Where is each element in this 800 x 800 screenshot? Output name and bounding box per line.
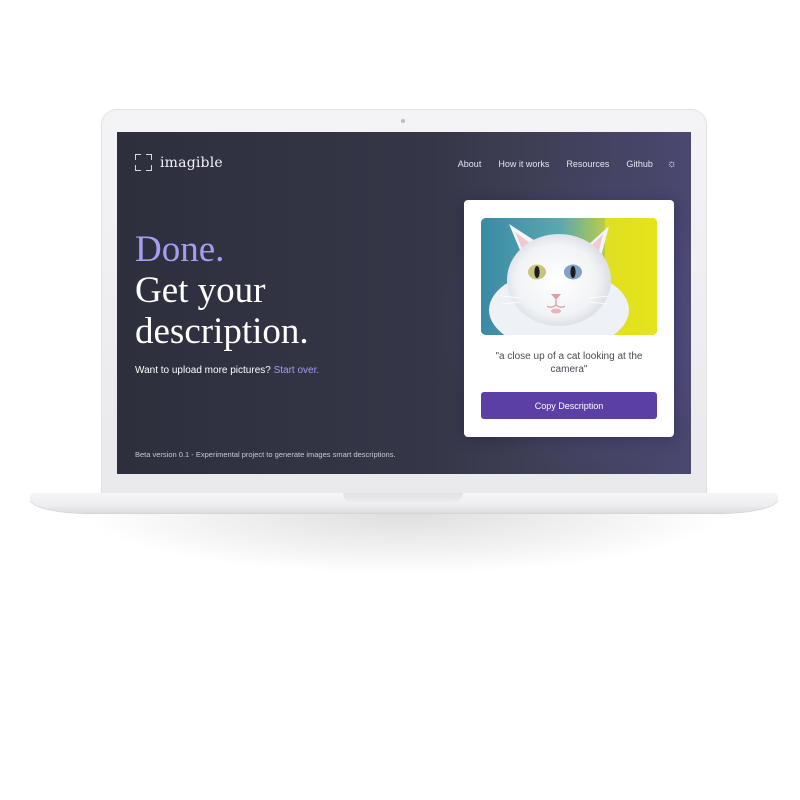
upload-more-prompt: Want to upload more pictures?	[135, 365, 274, 376]
hero-heading: Done. Get your description.	[135, 229, 309, 352]
device-mockup: imagible About How it works Resources Gi…	[0, 0, 800, 800]
brand-name: imagible	[160, 154, 223, 171]
webcam	[401, 119, 405, 123]
top-nav: About How it works Resources Github ☼	[441, 158, 677, 169]
result-card: "a close up of a cat looking at the came…	[464, 200, 674, 437]
beta-notice: Beta version 0.1 - Experimental project …	[135, 450, 396, 459]
hero-line-2: description.	[135, 311, 309, 352]
start-over-link[interactable]: Start over.	[274, 365, 320, 376]
cat-photo	[481, 218, 657, 335]
hero-accent: Done.	[135, 229, 225, 270]
description-caption: "a close up of a cat looking at the came…	[495, 351, 643, 375]
brand-logo[interactable]: imagible	[135, 154, 223, 171]
nav-how-it-works[interactable]: How it works	[498, 159, 549, 169]
hero-line-1: Get your	[135, 270, 266, 311]
laptop-notch	[343, 493, 463, 502]
copy-description-button[interactable]: Copy Description	[481, 392, 657, 419]
laptop-shadow	[90, 513, 716, 573]
viewfinder-icon	[135, 154, 152, 171]
upload-more-text: Want to upload more pictures? Start over…	[135, 365, 319, 376]
nav-github[interactable]: Github	[626, 159, 653, 169]
sun-icon[interactable]: ☼	[667, 158, 677, 169]
nav-about[interactable]: About	[458, 159, 482, 169]
nav-resources[interactable]: Resources	[566, 159, 609, 169]
app-screen: imagible About How it works Resources Gi…	[117, 132, 691, 474]
